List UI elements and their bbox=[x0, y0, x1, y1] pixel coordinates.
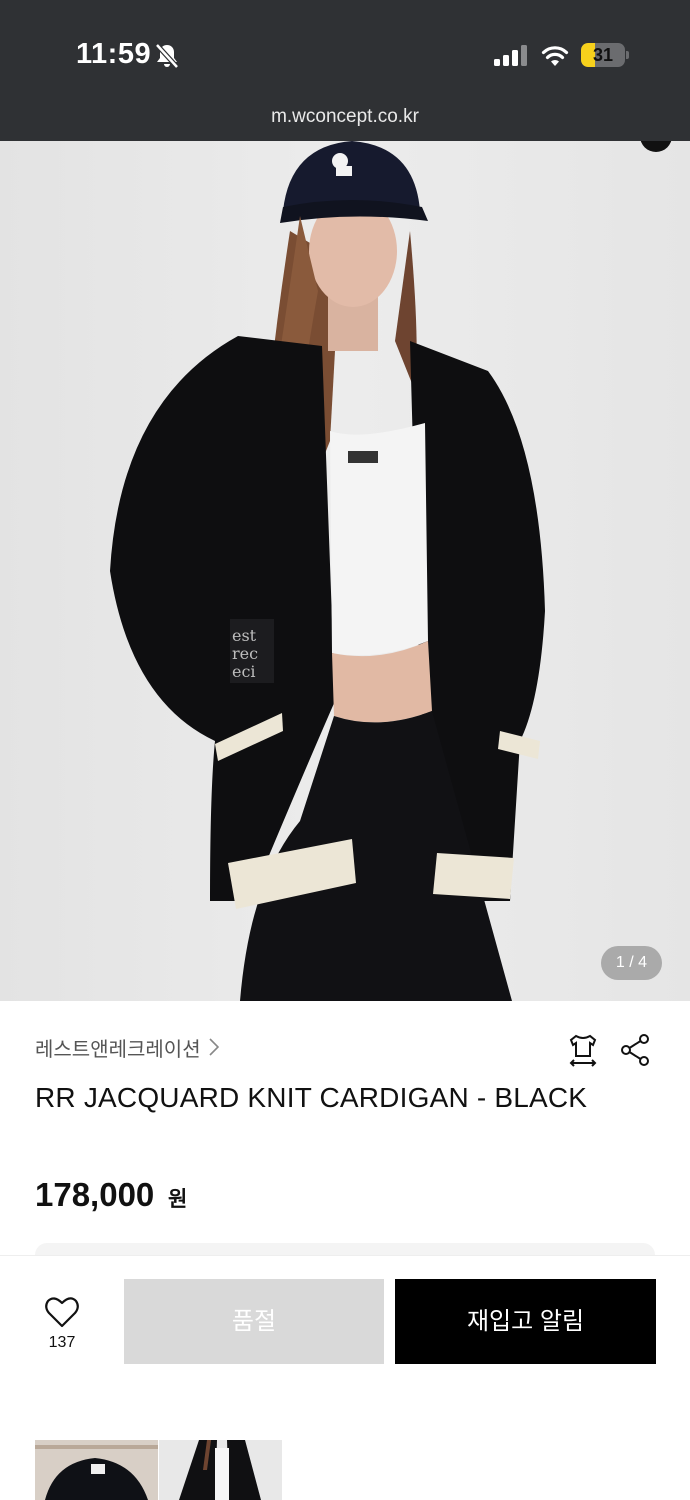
bell-slash-icon bbox=[155, 43, 179, 69]
shirt-size-icon[interactable] bbox=[565, 1032, 601, 1068]
wifi-icon bbox=[541, 46, 569, 66]
svg-text:rec: rec bbox=[232, 644, 258, 663]
restock-alert-button[interactable]: 재입고 알림 bbox=[395, 1279, 656, 1364]
product-price: 178,000 bbox=[35, 1176, 155, 1213]
status-time: 11:59 bbox=[76, 38, 152, 70]
thumbnail-image bbox=[159, 1440, 282, 1500]
thumbnail-image bbox=[35, 1440, 158, 1500]
chevron-right-icon bbox=[209, 1038, 219, 1056]
status-bar: 11:59 31 m.wconcept.co.kr bbox=[0, 0, 690, 141]
thumbnail-1[interactable] bbox=[35, 1440, 158, 1500]
gallery-pager: 1 / 4 bbox=[601, 946, 662, 980]
cellular-signal-icon bbox=[494, 45, 527, 66]
product-image-gallery[interactable]: est rec eci bbox=[0, 141, 690, 1001]
battery-percent: 31 bbox=[592, 45, 614, 65]
product-photo: est rec eci bbox=[110, 141, 545, 1001]
address-bar-url[interactable]: m.wconcept.co.kr bbox=[0, 106, 690, 128]
svg-text:est: est bbox=[232, 626, 257, 645]
brand-link[interactable]: 레스트앤레크레이션 bbox=[35, 1033, 219, 1061]
svg-text:eci: eci bbox=[232, 662, 256, 681]
brand-name: 레스트앤레크레이션 bbox=[35, 1038, 201, 1061]
product-title: RR JACQUARD KNIT CARDIGAN - BLACK bbox=[35, 1082, 588, 1113]
battery-indicator: 31 bbox=[581, 43, 629, 67]
heart-icon[interactable] bbox=[44, 1295, 80, 1329]
share-icon[interactable] bbox=[618, 1032, 654, 1068]
like-count: 137 bbox=[48, 1334, 76, 1351]
soldout-button: 품절 bbox=[124, 1279, 384, 1364]
thumbnail-2[interactable] bbox=[159, 1440, 282, 1500]
price-currency: 원 bbox=[168, 1188, 188, 1211]
